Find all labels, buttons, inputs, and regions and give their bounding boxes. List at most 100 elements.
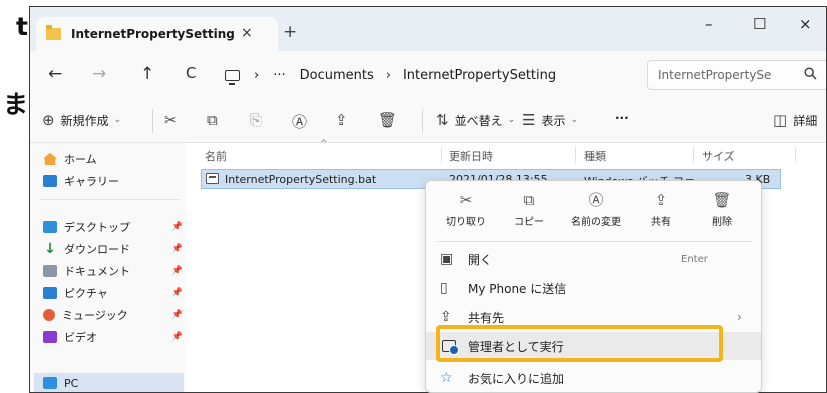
pin-icon[interactable]: 📌 (172, 244, 183, 254)
video-icon (43, 331, 57, 343)
sort-button[interactable]: ⇅ 並べ替え ⌄ (436, 111, 515, 129)
refresh-button[interactable]: C (186, 66, 196, 81)
search-icon (804, 67, 817, 84)
sidebar-item-pictures[interactable]: ピクチャ 📌 (43, 284, 183, 302)
menu-item-open[interactable]: ▣ 開く Enter (426, 245, 761, 273)
pictures-icon (43, 287, 57, 299)
up-button[interactable]: ↑ (140, 66, 154, 83)
sidebar-item-documents[interactable]: ドキュメント 📌 (43, 262, 183, 280)
column-header-type[interactable]: 種類 (584, 148, 606, 164)
rename-icon: Ⓐ (588, 191, 604, 209)
copy-icon: ⧉ (207, 111, 218, 129)
maximize-button[interactable]: ☐ (753, 17, 766, 32)
music-icon (43, 309, 55, 321)
rename-button[interactable]: Ⓐ (292, 111, 313, 132)
search-placeholder: InternetPropertySe (658, 68, 772, 82)
chevron-right-icon: › (737, 310, 742, 324)
sidebar-item-music[interactable]: ミュージック 📌 (43, 306, 183, 324)
file-name: InternetPropertySetting.bat (225, 173, 377, 186)
pin-icon[interactable]: 📌 (172, 310, 183, 320)
minimize-button[interactable]: – (705, 17, 713, 32)
sidebar-item-label: デスクトップ (64, 221, 130, 234)
pin-icon[interactable]: 📌 (172, 266, 183, 276)
sidebar-item-pc[interactable]: PC (34, 373, 184, 392)
menu-item-add-favorites[interactable]: ☆ お気に入りに追加 (426, 364, 761, 392)
new-tab-button[interactable]: + (283, 24, 297, 41)
trash-icon: 🗑 (712, 191, 732, 209)
cut-button[interactable]: ✂ (164, 111, 183, 129)
copy-action-label: コピー (514, 217, 544, 228)
cut-action-label: 切り取り (446, 217, 486, 228)
pin-icon[interactable]: 📌 (172, 332, 183, 342)
highlight-annotation (436, 325, 723, 362)
chevron-down-icon: ⌄ (570, 115, 579, 125)
paste-button[interactable]: ⎘ (250, 111, 268, 129)
rename-icon: Ⓐ (292, 113, 308, 131)
sidebar-item-label: ダウンロード (64, 243, 130, 256)
share-icon: ⇪ (654, 191, 668, 209)
menu-item-label: 開く (468, 252, 493, 267)
column-divider (693, 147, 694, 163)
copy-icon: ⧉ (523, 191, 535, 209)
sidebar-item-gallery[interactable]: ギャラリー (43, 172, 183, 190)
more-button[interactable]: ··· (615, 111, 629, 125)
menu-item-send-to-phone[interactable]: ▯ My Phone に送信 (426, 274, 761, 302)
cut-action-button[interactable]: ✂ 切り取り (438, 191, 494, 228)
rename-action-button[interactable]: Ⓐ 名前の変更 (564, 191, 628, 228)
divider (422, 109, 423, 133)
share-action-button[interactable]: ⇪ 共有 (633, 191, 689, 228)
breadcrumb-chevron-icon: › (254, 67, 260, 83)
column-divider (575, 147, 576, 163)
copy-button[interactable]: ⧉ (207, 111, 224, 129)
pin-icon[interactable]: 📌 (172, 288, 183, 298)
open-window-icon: ▣ (440, 251, 454, 267)
close-button[interactable]: × (799, 17, 812, 32)
breadcrumb-internetpropertysetting[interactable]: InternetPropertySetting (403, 68, 556, 83)
folder-icon (46, 25, 61, 40)
delete-button[interactable]: 🗑 (378, 111, 403, 129)
tab-internetpropertysetting[interactable]: InternetPropertySetting × (36, 17, 278, 51)
pin-icon[interactable]: 📌 (172, 222, 183, 232)
sidebar-item-downloads[interactable]: ↓ ダウンロード 📌 (43, 240, 183, 258)
monitor-icon (225, 69, 240, 85)
new-button[interactable]: ⊕ 新規作成 ⌄ (42, 111, 121, 129)
breadcrumb-more-icon[interactable]: ··· (273, 68, 285, 83)
tab-close-icon[interactable]: × (241, 25, 253, 41)
title-bar: InternetPropertySetting × + – ☐ × (30, 7, 826, 51)
batch-file-icon (206, 173, 219, 184)
details-button[interactable]: ◫ 詳細 (773, 111, 817, 129)
home-icon (43, 153, 57, 165)
column-header-name[interactable]: 名前 (205, 148, 227, 164)
column-divider (441, 147, 442, 163)
clipboard-icon: ⎘ (250, 111, 263, 129)
search-input[interactable]: InternetPropertySe (647, 60, 826, 90)
sidebar-item-desktop[interactable]: デスクトップ 📌 (43, 218, 183, 236)
shortcut-hint: Enter (681, 253, 708, 265)
details-pane-icon: ◫ (773, 111, 788, 129)
sidebar-item-videos[interactable]: ビデオ 📌 (43, 328, 183, 346)
rename-action-label: 名前の変更 (571, 217, 621, 228)
scissors-icon: ✂ (164, 111, 177, 129)
desktop-icon (43, 221, 57, 233)
column-header-modified[interactable]: 更新日時 (449, 148, 493, 164)
sidebar-item-home[interactable]: ホーム (43, 150, 183, 168)
sidebar-item-label: ドキュメント (64, 265, 130, 278)
share-icon: ⇪ (440, 309, 452, 325)
navigation-pane: ホーム ギャラリー デスクトップ 📌 ↓ ダウンロード 📌 ドキュメント 📌 ピ… (30, 143, 185, 392)
forward-button[interactable]: → (92, 66, 106, 83)
sidebar-item-label: PC (64, 376, 79, 390)
back-button[interactable]: ← (48, 66, 62, 83)
share-action-label: 共有 (651, 217, 671, 228)
plus-circle-icon: ⊕ (42, 111, 55, 129)
delete-action-button[interactable]: 🗑 削除 (694, 191, 750, 228)
column-header-size[interactable]: サイズ (702, 148, 735, 164)
view-button[interactable]: ☰ 表示 ⌄ (522, 111, 578, 129)
breadcrumb-documents[interactable]: Documents (300, 68, 374, 83)
menu-item-label: 共有先 (468, 310, 505, 325)
column-divider (795, 147, 796, 163)
breadcrumb[interactable]: › ··· Documents › InternetPropertySettin… (225, 60, 637, 90)
share-button[interactable]: ⇪ (335, 111, 354, 129)
scissors-icon: ✂ (459, 191, 473, 209)
copy-action-button[interactable]: ⧉ コピー (501, 191, 557, 228)
menu-divider (436, 241, 752, 242)
